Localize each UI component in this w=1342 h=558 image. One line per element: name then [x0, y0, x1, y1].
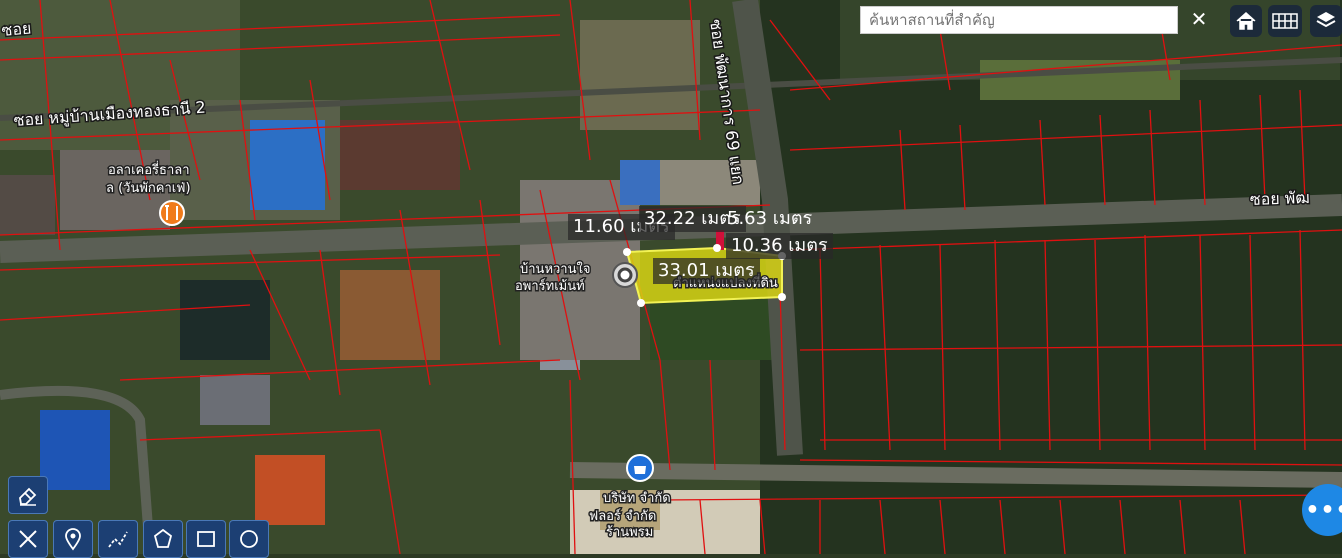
- road-label-1: ซอย: [1, 18, 32, 40]
- polygon-tool-button[interactable]: [143, 520, 183, 558]
- circle-icon: [240, 530, 258, 548]
- restaurant-label-line2: ล (วันพักคาเฟ่): [106, 181, 191, 196]
- measurement-label: 10.36 เมตร: [726, 233, 833, 259]
- road-label-4: ซอย พัฒ: [1249, 188, 1310, 209]
- blue-roof-building: [40, 410, 110, 490]
- close-icon[interactable]: ✕: [1186, 6, 1212, 32]
- restaurant-icon[interactable]: [159, 200, 185, 226]
- home-icon: [1236, 11, 1256, 30]
- company-label-line2: ฟลอร์ จำกัด: [589, 508, 656, 524]
- blue-roof-building: [250, 120, 325, 210]
- circle-tool-button[interactable]: [229, 520, 269, 558]
- polygon-icon: [153, 528, 173, 548]
- rectangle-icon: [197, 531, 215, 547]
- polyline-icon: [108, 531, 128, 548]
- home-button[interactable]: [1230, 5, 1262, 37]
- company-label-line3: ร้านพรม: [606, 525, 653, 540]
- apartment-label-line2: อพาร์ทเม้นท์: [515, 278, 585, 294]
- rectangle-tool-button[interactable]: [186, 520, 226, 558]
- measure-tool-button[interactable]: [8, 520, 48, 558]
- shop-pin-icon[interactable]: [626, 454, 654, 482]
- restaurant-label-line1: อลาเคอรี่ธาลา: [108, 161, 190, 178]
- grid-button[interactable]: [1268, 5, 1302, 37]
- pin-tool-button[interactable]: [53, 520, 93, 558]
- eraser-icon: [19, 487, 37, 506]
- layers-button[interactable]: [1310, 5, 1342, 37]
- company-label-line1: บริษัท จำกัด: [603, 491, 671, 506]
- measurement-label: 5.63 เมตร: [727, 208, 813, 229]
- polyline-tool-button[interactable]: [98, 520, 138, 558]
- measurement-label: 33.01 เมตร: [653, 258, 760, 284]
- plot-center-marker[interactable]: [612, 262, 638, 288]
- search-input[interactable]: [860, 6, 1178, 34]
- grid-icon: [1272, 13, 1298, 29]
- apartment-label-line1: บ้านหวานใจ: [520, 261, 590, 277]
- orange-roof-building: [255, 455, 325, 525]
- eraser-tool-button[interactable]: [8, 476, 48, 514]
- layers-icon: [1316, 12, 1336, 28]
- map-pin-icon: [65, 528, 81, 551]
- ruler-cross-icon: [19, 530, 37, 548]
